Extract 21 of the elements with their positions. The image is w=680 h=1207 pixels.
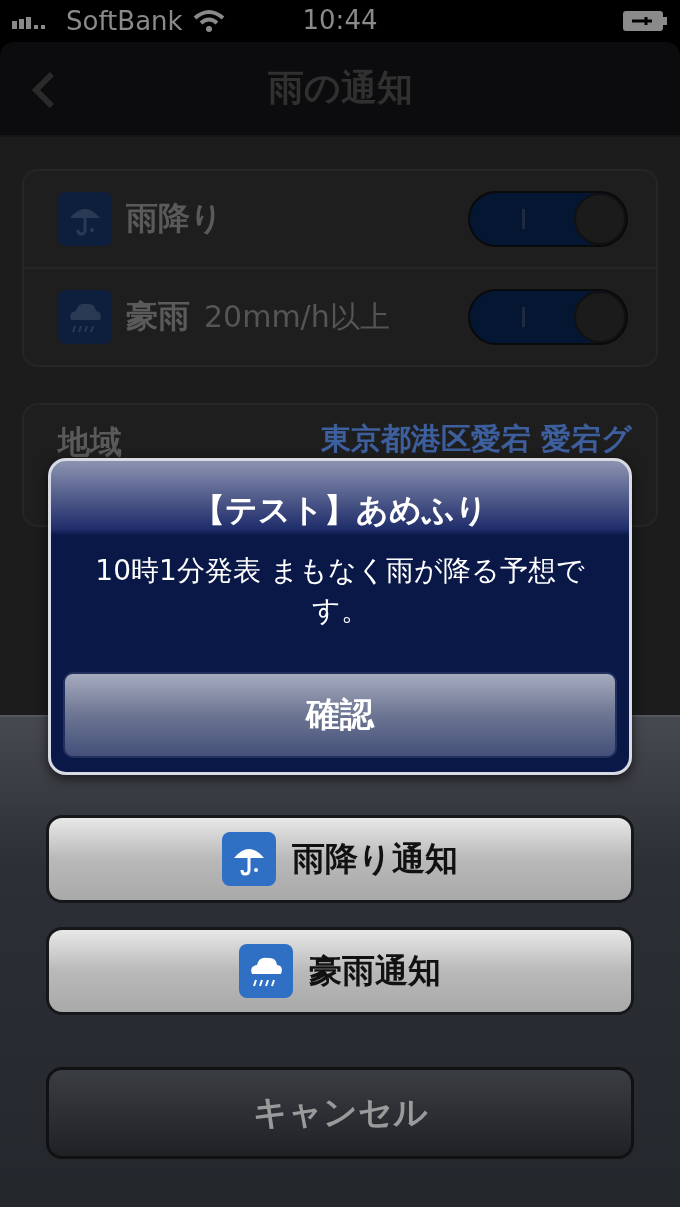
status-time: 10:44 <box>302 5 378 35</box>
umbrella-icon <box>222 832 276 886</box>
back-icon[interactable] <box>30 70 56 110</box>
test-button[interactable]: 雨降り通知 <box>46 815 634 903</box>
cancel-button[interactable]: キャンセル <box>46 1067 634 1159</box>
alert-title: 【テスト】あめふり <box>192 490 488 531</box>
carrier-name: SoftBank <box>66 6 183 36</box>
cloud-icon <box>239 944 293 998</box>
battery-icon <box>622 9 668 33</box>
alert-message: 10時1分発表 まもなく雨が降る予想です。 <box>94 553 586 629</box>
confirm-button[interactable]: 確認 <box>63 672 617 758</box>
umbrella-icon <box>58 192 112 246</box>
test-button[interactable]: 豪雨通知 <box>46 927 634 1015</box>
location-label: 地域 <box>58 422 122 463</box>
setting-label: 豪雨 <box>126 296 190 337</box>
setting-label: 雨降り <box>126 198 223 239</box>
location-value[interactable]: 東京都港区愛宕 愛宕グ <box>142 419 632 460</box>
toggle-switch[interactable] <box>468 191 628 247</box>
toggle-switch[interactable] <box>468 289 628 345</box>
cloud-icon <box>58 290 112 344</box>
wifi-icon <box>192 9 225 33</box>
